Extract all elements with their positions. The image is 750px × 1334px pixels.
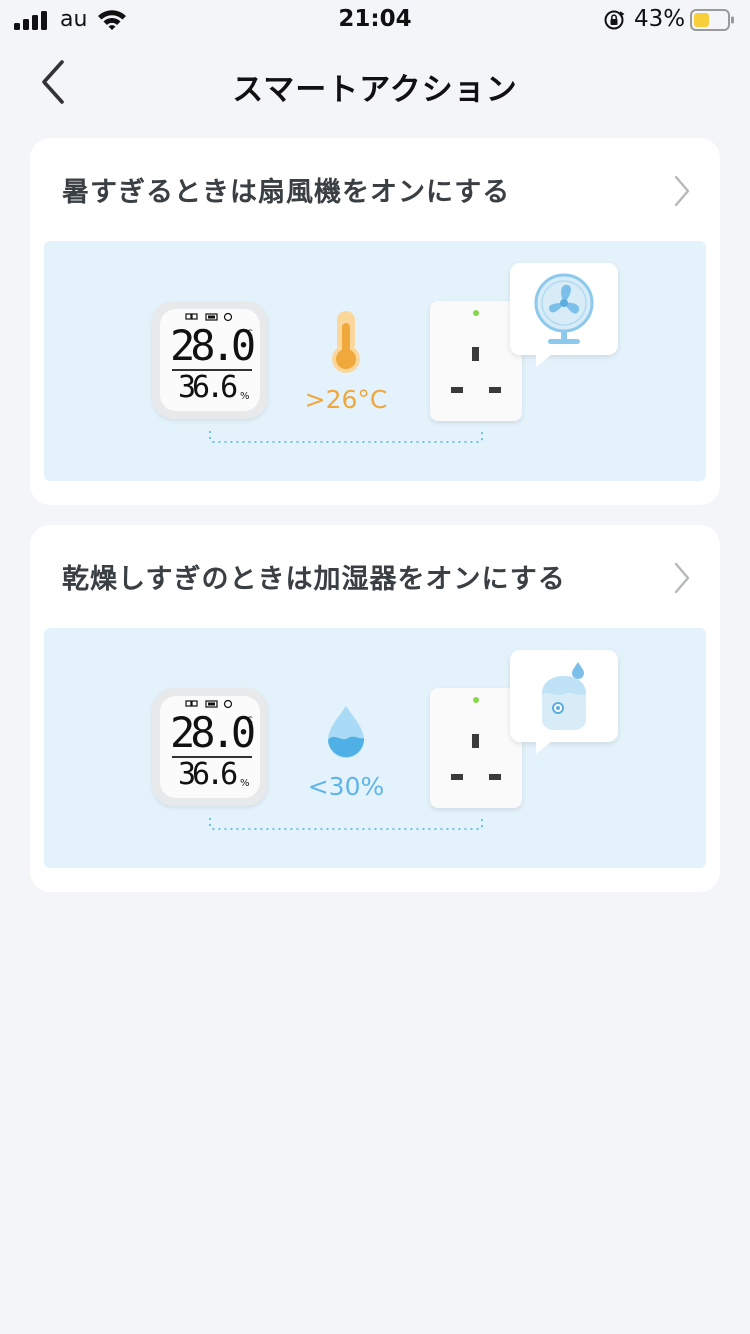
- device-bubble: [510, 263, 618, 367]
- bubble-tail: [536, 351, 556, 367]
- sensor-display: 28.0 °C 36.6 %: [160, 309, 260, 411]
- plug-socket-hole: [489, 774, 501, 780]
- smart-plug: [430, 301, 522, 421]
- sensor-humidity-unit: %: [240, 391, 250, 402]
- condition-label: <30%: [307, 772, 385, 801]
- orientation-lock-icon: [604, 10, 625, 30]
- fan-icon: [534, 273, 594, 344]
- navigation-bar: スマートアクション: [0, 40, 750, 128]
- plug-socket-hole: [472, 347, 479, 361]
- action-illustration: 28.0 °C 36.6 % >26°C: [44, 241, 706, 481]
- sensor-humidity: 36.6: [178, 370, 238, 405]
- sensor-temperature-unit: °C: [242, 329, 253, 339]
- plug-socket-hole: [451, 774, 463, 780]
- smart-action-header[interactable]: 暑すぎるときは扇風機をオンにする: [30, 138, 720, 241]
- status-bar: au 21:04 43%: [0, 0, 750, 40]
- smart-action-card-humidifier[interactable]: 乾燥しすぎのときは加湿器をオンにする 28.0 °C 36.6 % <30%: [30, 525, 720, 892]
- sensor-humidity: 36.6: [178, 757, 238, 792]
- plug-socket-hole: [472, 734, 479, 748]
- smart-action-title: 暑すぎるときは扇風機をオンにする: [62, 177, 511, 208]
- thermometer-icon: [332, 311, 360, 373]
- smart-plug: [430, 688, 522, 808]
- smart-action-title: 乾燥しすぎのときは加湿器をオンにする: [62, 564, 566, 595]
- chevron-right-icon: [674, 562, 690, 594]
- sensor-temperature: 28.0: [170, 708, 256, 757]
- page-title: スマートアクション: [232, 72, 518, 108]
- bubble-tail: [536, 738, 556, 754]
- action-illustration: 28.0 °C 36.6 % <30%: [44, 628, 706, 868]
- sensor-display: 28.0 °C 36.6 %: [160, 696, 260, 798]
- thermo-hygrometer: 28.0 °C 36.6 %: [152, 301, 268, 419]
- condition-label: >26°C: [304, 385, 388, 414]
- plug-led: [473, 697, 479, 703]
- battery-percentage: 43%: [634, 6, 686, 32]
- connection-line: [209, 431, 483, 443]
- water-drop-icon: [328, 706, 365, 758]
- sensor-temperature-unit: °C: [242, 716, 253, 726]
- device-bubble: [510, 650, 618, 754]
- chevron-right-icon: [674, 175, 690, 207]
- smart-action-card-fan[interactable]: 暑すぎるときは扇風機をオンにする 28.0 °C 36.6 % >26°C: [30, 138, 720, 505]
- plug-led: [473, 310, 479, 316]
- plug-socket-hole: [489, 387, 501, 393]
- sensor-humidity-unit: %: [240, 778, 250, 789]
- humidifier-icon: [542, 662, 586, 730]
- sensor-temperature: 28.0: [170, 321, 256, 370]
- thermo-hygrometer: 28.0 °C 36.6 %: [152, 688, 268, 806]
- plug-socket-hole: [451, 387, 463, 393]
- smart-action-header[interactable]: 乾燥しすぎのときは加湿器をオンにする: [30, 525, 720, 628]
- connection-line: [209, 818, 483, 830]
- battery-icon: [690, 9, 734, 31]
